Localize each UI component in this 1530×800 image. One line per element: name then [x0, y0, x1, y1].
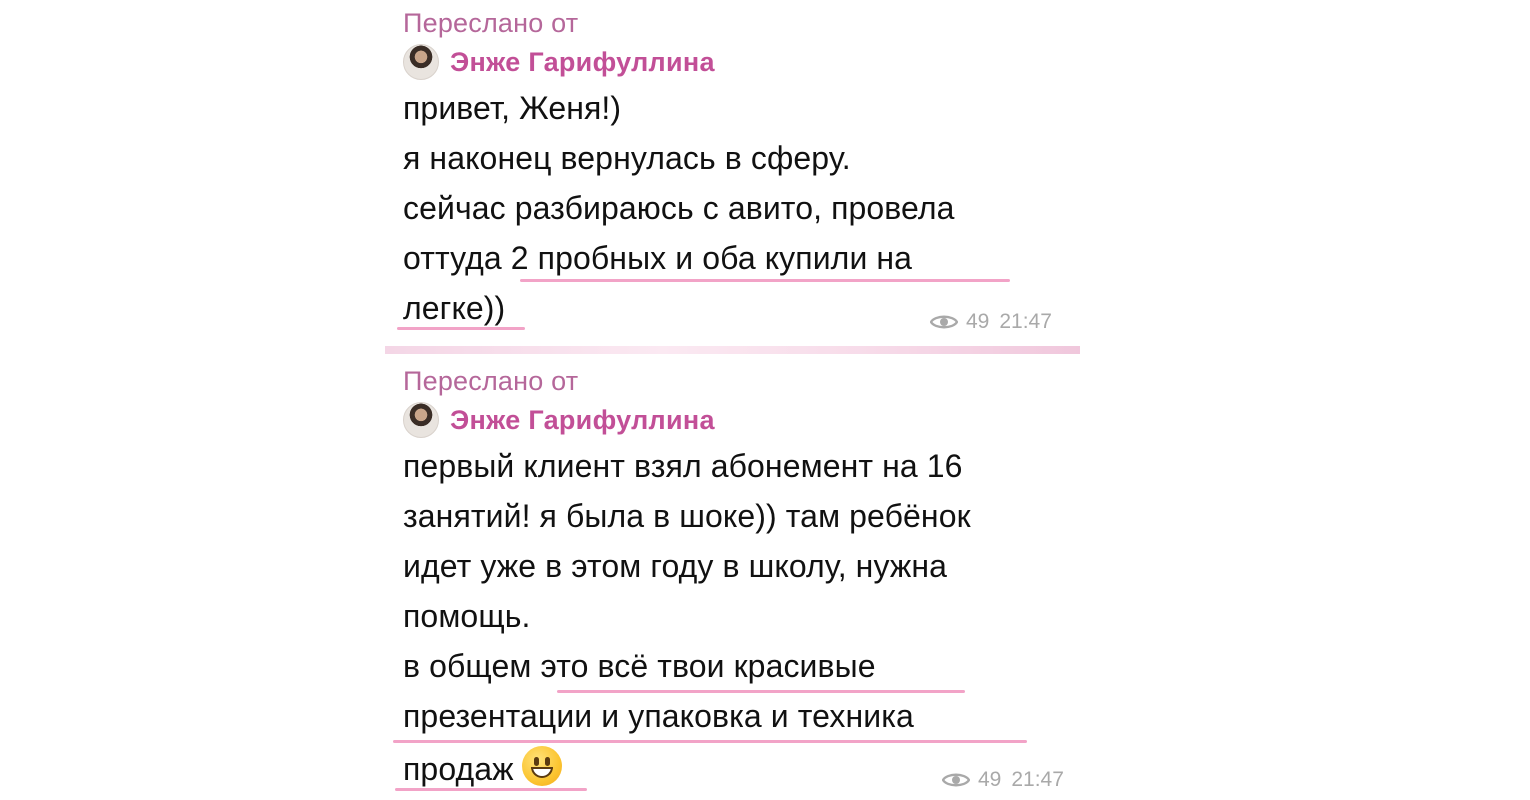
- message-bubble-1[interactable]: Переслано от Энже Гарифуллина привет, Же…: [385, 0, 1080, 348]
- message-line: презентации и упаковка и техника: [403, 698, 914, 734]
- grinning-face-emoji-icon: [521, 746, 562, 786]
- message-line: я наконец вернулась в сферу.: [403, 140, 851, 176]
- highlight-underline: [557, 690, 965, 693]
- message-line-last: продаж: [403, 746, 562, 788]
- view-count: 49: [978, 768, 1002, 791]
- view-count: 49: [966, 310, 990, 333]
- forwarded-sender[interactable]: Энже Гарифуллина: [403, 402, 715, 438]
- message-time: 21:47: [999, 310, 1052, 333]
- message-line: занятий! я была в шоке)) там ребёнок: [403, 498, 971, 534]
- message-meta: 49 21:47: [930, 310, 1052, 334]
- message-bubble-2[interactable]: Переслано от Энже Гарифуллина первый кли…: [385, 356, 1080, 800]
- highlight-underline: [395, 788, 587, 791]
- sender-name[interactable]: Энже Гарифуллина: [450, 47, 715, 78]
- message-divider: [385, 346, 1080, 354]
- message-line: первый клиент взял абонемент на 16: [403, 448, 963, 484]
- message-line: идет уже в этом году в школу, нужна: [403, 548, 948, 584]
- forwarded-sender[interactable]: Энже Гарифуллина: [403, 44, 715, 80]
- forwarded-label: Переслано от: [403, 8, 579, 38]
- highlight-underline: [397, 327, 525, 330]
- forwarded-label: Переслано от: [403, 366, 579, 396]
- eye-icon: [942, 773, 970, 787]
- eye-icon: [930, 315, 958, 329]
- message-line: сейчас разбираюсь с авито, провела: [403, 190, 955, 226]
- highlight-underline: [520, 279, 1010, 282]
- avatar[interactable]: [403, 402, 439, 438]
- sender-name[interactable]: Энже Гарифуллина: [450, 405, 715, 436]
- message-meta: 49 21:47: [942, 768, 1064, 792]
- highlight-underline: [393, 740, 1027, 743]
- message-line: оттуда 2 пробных и оба купили на: [403, 240, 913, 276]
- avatar[interactable]: [403, 44, 439, 80]
- message-line: помощь.: [403, 598, 531, 634]
- message-line: привет, Женя!): [403, 90, 622, 126]
- message-time: 21:47: [1011, 768, 1064, 791]
- message-line: в общем это всё твои красивые: [403, 648, 876, 684]
- message-line: легке)): [403, 290, 506, 326]
- message-text: продаж: [403, 751, 514, 787]
